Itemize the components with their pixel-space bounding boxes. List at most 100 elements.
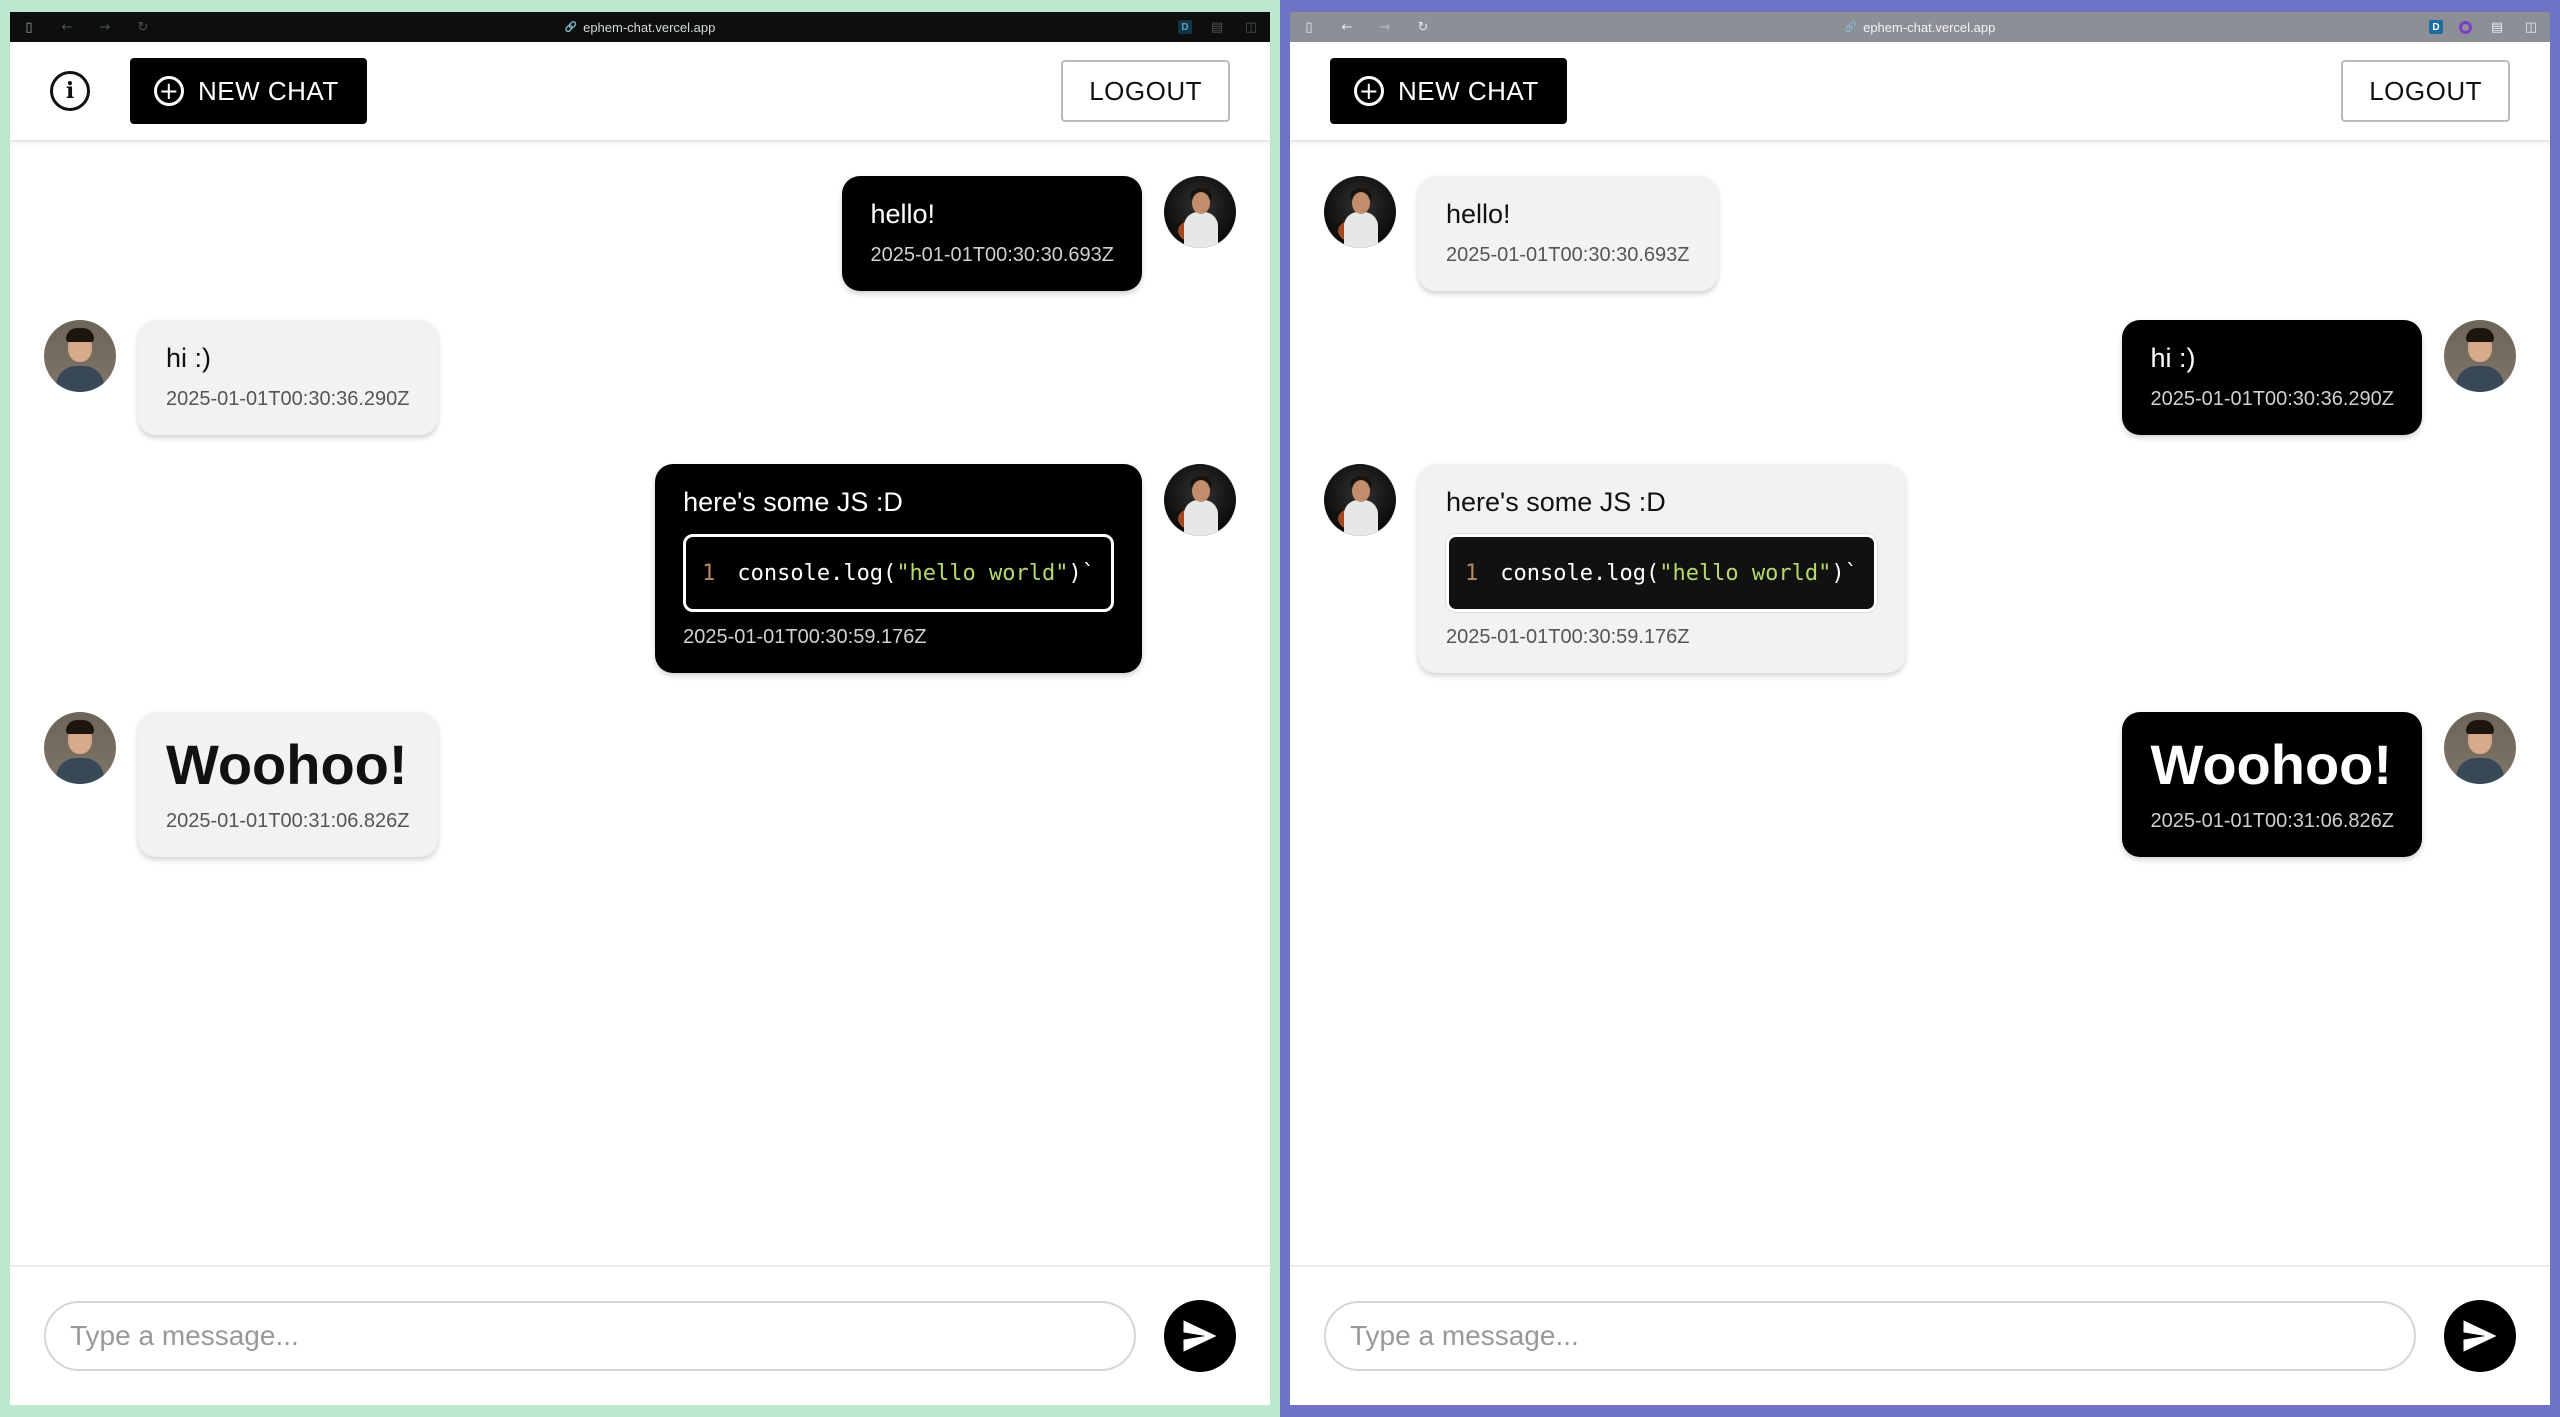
app-header: i + NEW CHAT LOGOUT (10, 42, 1270, 142)
message-bubble: Woohoo! 2025-01-01T00:31:06.826Z (138, 712, 438, 857)
message-bubble: here's some JS :D 1 console.log("hello w… (655, 464, 1142, 674)
message-text: hi :) (166, 343, 212, 373)
extension-d-icon[interactable]: D (1178, 20, 1192, 34)
avatar (44, 320, 116, 392)
message-item: Woohoo! 2025-01-01T00:31:06.826Z (44, 712, 438, 857)
back-icon[interactable]: ← (1338, 20, 1356, 35)
message-bubble: here's some JS :D 1 console.log("hello w… (1418, 464, 1905, 674)
message-list: hello! 2025-01-01T00:30:30.693Z hi :) 20… (10, 142, 1270, 1265)
code-line: console.log("hello world")` (737, 561, 1095, 586)
message-text: here's some JS :D (683, 487, 903, 517)
code-line-number: 1 (702, 560, 716, 586)
code-line: console.log("hello world")` (1500, 561, 1858, 586)
message-item: here's some JS :D 1 console.log("hello w… (1324, 464, 1905, 674)
sidebar-toggle-icon[interactable]: ▯ (20, 20, 38, 35)
message-timestamp: 2025-01-01T00:30:36.290Z (166, 388, 410, 411)
tabs-overview-icon[interactable]: ◫ (2522, 20, 2540, 35)
send-icon (1183, 1320, 1217, 1352)
message-item: Woohoo! 2025-01-01T00:31:06.826Z (2122, 712, 2516, 857)
message-composer: Type a message... (10, 1265, 1270, 1405)
browser-toolbar: ▯ ← → ↻ 🔗 ephem-chat.vercel.app D ▤ ◫ (1290, 12, 2550, 42)
message-text: hi :) (2150, 343, 2196, 373)
new-chat-label: NEW CHAT (1398, 75, 1539, 106)
plus-circle-icon: + (154, 76, 184, 106)
message-bubble: hello! 2025-01-01T00:30:30.693Z (1418, 176, 1718, 292)
avatar (44, 712, 116, 784)
avatar (1324, 464, 1396, 536)
message-input[interactable]: Type a message... (1324, 1301, 2416, 1371)
message-list: hello! 2025-01-01T00:30:30.693Z hi :) 20… (1290, 142, 2550, 1265)
avatar (1164, 464, 1236, 536)
message-item: hello! 2025-01-01T00:30:30.693Z (842, 176, 1236, 292)
avatar (2444, 712, 2516, 784)
code-block: 1 console.log("hello world")` (1446, 534, 1877, 613)
link-icon: 🔗 (1844, 21, 1858, 33)
code-text: console.log( (1500, 560, 1660, 586)
avatar (1164, 176, 1236, 248)
avatar (2444, 320, 2516, 392)
message-text: Woohoo! (166, 733, 408, 796)
reload-icon[interactable]: ↻ (134, 20, 152, 35)
logout-button[interactable]: LOGOUT (1061, 60, 1230, 122)
message-text: Woohoo! (2150, 733, 2393, 796)
new-chat-label: NEW CHAT (198, 75, 339, 106)
forward-icon[interactable]: → (1376, 20, 1394, 35)
message-timestamp: 2025-01-01T00:30:30.693Z (870, 244, 1114, 267)
code-text: )` (1831, 560, 1858, 586)
message-timestamp: 2025-01-01T00:31:06.826Z (166, 809, 410, 832)
logout-button[interactable]: LOGOUT (2341, 60, 2510, 122)
forward-icon[interactable]: → (96, 20, 114, 35)
info-icon[interactable]: i (50, 71, 90, 111)
code-text: )` (1068, 560, 1096, 586)
address-bar[interactable]: 🔗 ephem-chat.vercel.app (10, 20, 1270, 35)
link-icon: 🔗 (564, 21, 578, 33)
plus-circle-icon: + (1354, 76, 1384, 106)
address-bar[interactable]: 🔗 ephem-chat.vercel.app (1290, 20, 2550, 35)
url-text[interactable]: ephem-chat.vercel.app (583, 20, 715, 35)
reload-icon[interactable]: ↻ (1414, 20, 1432, 35)
send-button[interactable] (1164, 1300, 1236, 1372)
code-string: "hello world" (1659, 560, 1832, 586)
message-input[interactable]: Type a message... (44, 1301, 1136, 1371)
message-timestamp: 2025-01-01T00:30:59.176Z (1446, 626, 1690, 649)
message-text: here's some JS :D (1446, 487, 1666, 517)
code-text: console.log( (737, 560, 897, 586)
message-text: hello! (1446, 199, 1511, 229)
message-timestamp: 2025-01-01T00:31:06.826Z (2150, 809, 2394, 832)
message-item: hi :) 2025-01-01T00:30:36.290Z (44, 320, 438, 436)
message-item: here's some JS :D 1 console.log("hello w… (655, 464, 1236, 674)
reader-icon[interactable]: ▤ (2488, 20, 2506, 35)
browser-window-right: ▯ ← → ↻ 🔗 ephem-chat.vercel.app D ▤ ◫ + … (1280, 0, 2560, 1417)
browser-window-left: ▯ ← → ↻ 🔗 ephem-chat.vercel.app D ▤ ◫ i … (0, 0, 1280, 1417)
message-item: hello! 2025-01-01T00:30:30.693Z (1324, 176, 1718, 292)
reader-icon[interactable]: ▤ (1208, 20, 1226, 35)
extension-d-icon[interactable]: D (2429, 20, 2443, 34)
message-timestamp: 2025-01-01T00:30:59.176Z (683, 626, 927, 649)
browser-frame: ▯ ← → ↻ 🔗 ephem-chat.vercel.app D ▤ ◫ i … (10, 12, 1270, 1405)
sidebar-toggle-icon[interactable]: ▯ (1300, 20, 1318, 35)
new-chat-button[interactable]: + NEW CHAT (1330, 58, 1567, 124)
message-timestamp: 2025-01-01T00:30:30.693Z (1446, 244, 1690, 267)
code-block: 1 console.log("hello world")` (683, 534, 1114, 613)
send-icon (2463, 1320, 2497, 1352)
url-text[interactable]: ephem-chat.vercel.app (1863, 20, 1995, 35)
message-composer: Type a message... (1290, 1265, 2550, 1405)
new-chat-button[interactable]: + NEW CHAT (130, 58, 367, 124)
message-bubble: hello! 2025-01-01T00:30:30.693Z (842, 176, 1142, 292)
message-item: hi :) 2025-01-01T00:30:36.290Z (2122, 320, 2516, 436)
send-button[interactable] (2444, 1300, 2516, 1372)
avatar (1324, 176, 1396, 248)
app-header: + NEW CHAT LOGOUT (1290, 42, 2550, 142)
browser-toolbar: ▯ ← → ↻ 🔗 ephem-chat.vercel.app D ▤ ◫ (10, 12, 1270, 42)
message-timestamp: 2025-01-01T00:30:36.290Z (2150, 388, 2394, 411)
browser-frame: ▯ ← → ↻ 🔗 ephem-chat.vercel.app D ▤ ◫ + … (1290, 12, 2550, 1405)
message-bubble: Woohoo! 2025-01-01T00:31:06.826Z (2122, 712, 2422, 857)
code-string: "hello world" (896, 560, 1069, 586)
tabs-overview-icon[interactable]: ◫ (1242, 20, 1260, 35)
message-bubble: hi :) 2025-01-01T00:30:36.290Z (138, 320, 438, 436)
back-icon[interactable]: ← (58, 20, 76, 35)
message-text: hello! (870, 199, 936, 229)
extension-ring-icon[interactable] (2459, 20, 2472, 34)
message-bubble: hi :) 2025-01-01T00:30:36.290Z (2122, 320, 2422, 436)
code-line-number: 1 (1465, 560, 1479, 586)
